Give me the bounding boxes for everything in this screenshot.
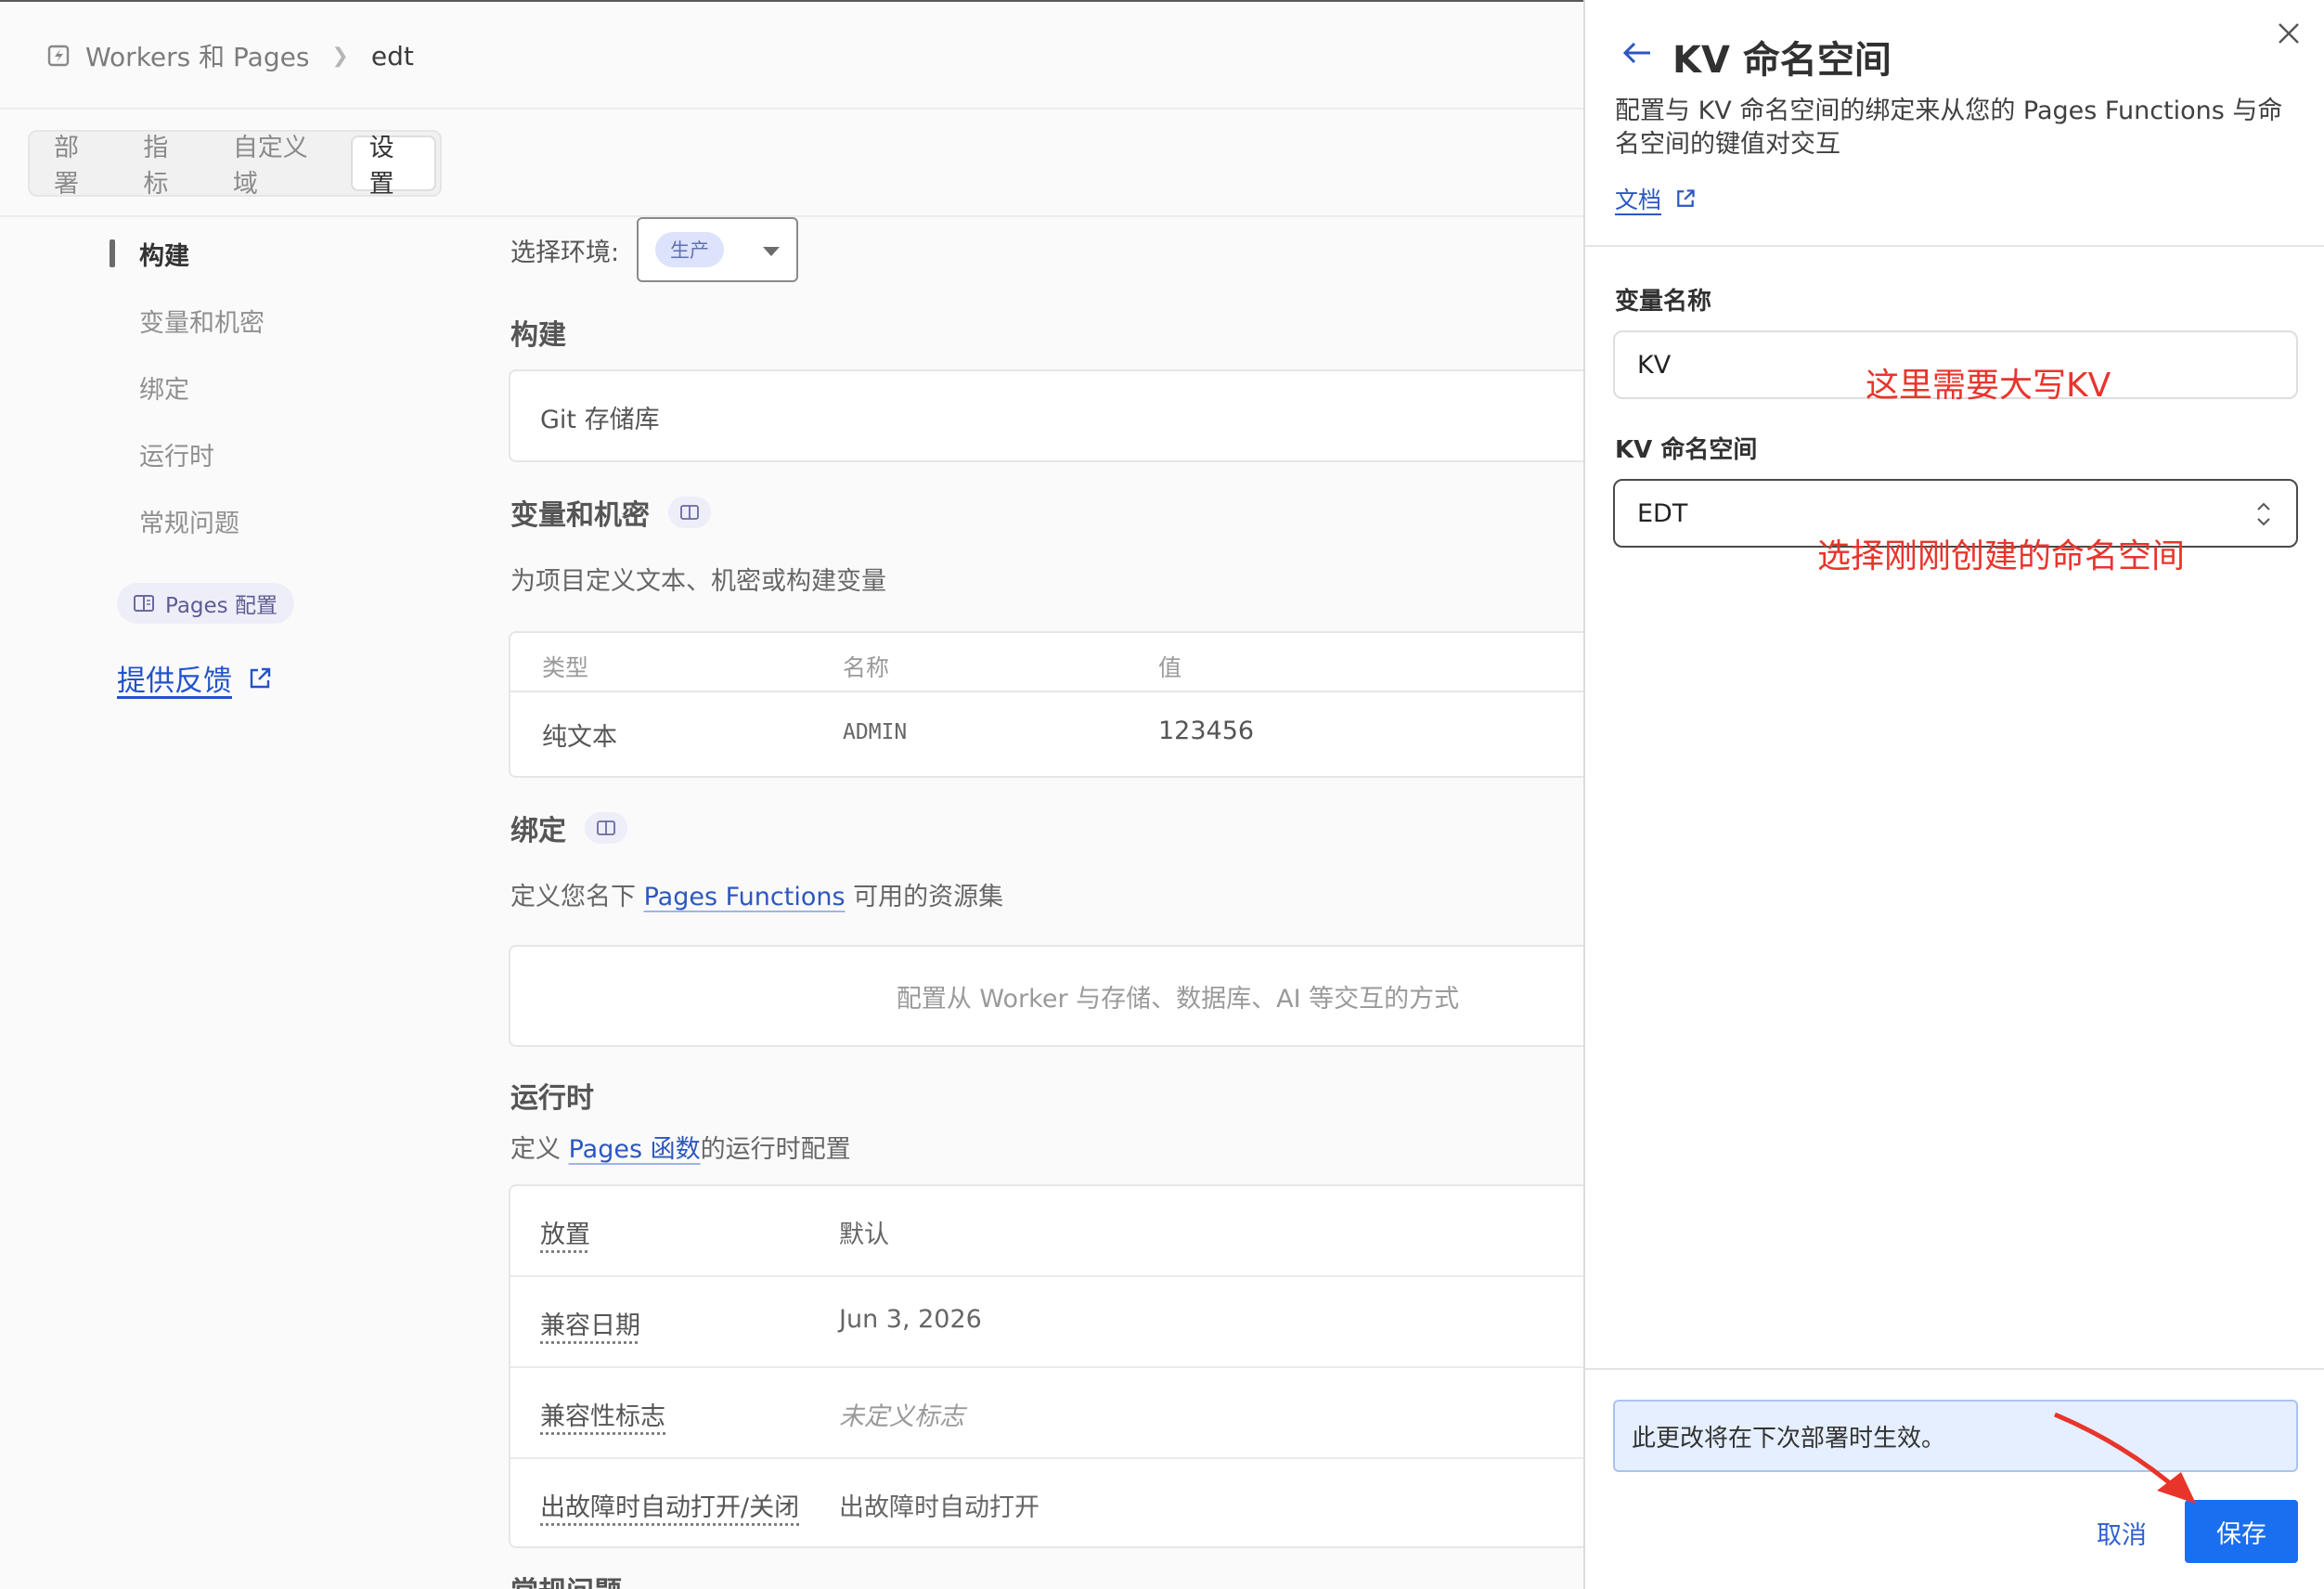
vars-title-text: 变量和机密: [510, 499, 650, 532]
tab-deployments[interactable]: 部署: [33, 134, 123, 199]
close-icon[interactable]: [2272, 17, 2305, 50]
sidenav-item-variables[interactable]: 变量和机密: [139, 303, 265, 339]
vars-table: 类型 名称 值 纯文本 ADMIN 123456: [509, 631, 1585, 778]
vars-desc: 为项目定义文本、机密或构建变量: [510, 567, 886, 596]
project-tabs: 部署 指标 自定义域 设置: [28, 130, 442, 199]
runtime-row-placement[interactable]: 放置 默认: [510, 1186, 1585, 1277]
breadcrumb: Workers 和 Pages ❯ edt: [45, 35, 414, 76]
runtime-value: 出故障时自动打开: [839, 1493, 1039, 1522]
back-arrow-icon[interactable]: [1620, 39, 1654, 67]
external-link-icon: [250, 667, 271, 688]
feedback-label: 提供反馈: [117, 665, 232, 698]
header-divider: [0, 108, 1583, 110]
env-select[interactable]: 生产: [637, 217, 798, 282]
git-repo-card: Git 存储库: [509, 369, 1585, 462]
chevron-updown-icon: [2257, 502, 2270, 526]
annotation-uppercase: 这里需要大写KV: [1866, 367, 2111, 405]
runtime-value: Jun 3, 2026: [839, 1305, 982, 1334]
save-button[interactable]: 保存: [2185, 1500, 2298, 1563]
runtime-row-fail-open[interactable]: 出故障时自动打开/关闭 出故障时自动打开: [510, 1459, 1585, 1550]
cell-name: ADMIN: [843, 720, 908, 744]
breadcrumb-project: edt: [370, 40, 414, 71]
tab-custom-domains[interactable]: 自定义域: [213, 134, 351, 199]
annotation-select-namespace: 选择刚刚创建的命名空间: [1817, 537, 2186, 575]
runtime-row-compat-flags[interactable]: 兼容性标志 未定义标志: [510, 1368, 1585, 1459]
vars-table-header: 类型 名称 值: [510, 633, 1585, 692]
caret-down-icon: [763, 247, 780, 256]
breadcrumb-app[interactable]: Workers 和 Pages: [85, 37, 309, 74]
bindings-title: 绑定: [510, 807, 627, 848]
col-name: 名称: [843, 654, 890, 681]
breadcrumb-chevron-icon: ❯: [331, 44, 349, 68]
var-name-value: KV: [1637, 350, 1672, 380]
runtime-key: 兼容性标志: [540, 1402, 665, 1431]
kv-namespace-label: KV 命名空间: [1615, 436, 1758, 464]
general-title: 常规问题: [510, 1569, 622, 1589]
env-label: 选择环境:: [510, 239, 620, 267]
bindings-title-text: 绑定: [510, 815, 566, 847]
env-chip: 生产: [655, 232, 724, 267]
runtime-row-compat-date[interactable]: 兼容日期 Jun 3, 2026: [510, 1277, 1585, 1368]
kv-namespace-value: EDT: [1637, 498, 1688, 528]
pages-config-link[interactable]: Pages 配置: [117, 583, 294, 624]
tab-metrics[interactable]: 指标: [123, 134, 212, 199]
cancel-button[interactable]: 取消: [2075, 1502, 2168, 1563]
sidenav-item-bindings[interactable]: 绑定: [139, 369, 189, 406]
bindings-empty-card: 配置从 Worker 与存储、数据库、AI 等交互的方式: [509, 945, 1585, 1047]
runtime-value: 默认: [839, 1221, 889, 1249]
kv-binding-panel: KV 命名空间 配置与 KV 命名空间的绑定来从您的 Pages Functio…: [1583, 0, 2324, 1589]
col-type: 类型: [542, 654, 589, 681]
pages-config-label: Pages 配置: [165, 594, 278, 618]
runtime-key: 出故障时自动打开/关闭: [540, 1493, 800, 1522]
tab-settings[interactable]: 设置: [350, 134, 437, 199]
vars-title: 变量和机密: [510, 492, 711, 533]
build-title: 构建: [510, 319, 566, 352]
runtime-key: 兼容日期: [540, 1311, 640, 1340]
panel-footer-divider: [1585, 1368, 2324, 1370]
sidenav-item-runtime[interactable]: 运行时: [139, 436, 214, 472]
annotation-arrow-icon: [2054, 1412, 2196, 1504]
docs-link[interactable]: 文档: [1615, 182, 1697, 215]
runtime-desc: 定义 Pages 函数的运行时配置: [510, 1135, 851, 1164]
panel-divider: [1585, 245, 2324, 247]
active-indicator: [110, 239, 115, 267]
sidenav-item-general[interactable]: 常规问题: [139, 503, 239, 539]
book-icon: [134, 595, 154, 612]
runtime-value: 未定义标志: [839, 1402, 964, 1431]
docs-label: 文档: [1615, 187, 1662, 213]
feedback-link[interactable]: 提供反馈: [117, 657, 273, 699]
pages-functions-runtime-link[interactable]: Pages 函数: [569, 1135, 701, 1164]
bindings-desc: 定义您名下 Pages Functions 可用的资源集: [510, 883, 1004, 911]
external-link-icon: [1677, 189, 1695, 207]
workers-logo-icon: [45, 42, 72, 70]
panel-title: KV 命名空间: [1672, 39, 1891, 82]
cell-value: 123456: [1158, 717, 1255, 745]
book-icon[interactable]: [585, 812, 627, 844]
pages-functions-link[interactable]: Pages Functions: [644, 883, 846, 911]
git-repo-label: Git 存储库: [540, 406, 660, 434]
sidenav-item-build[interactable]: 构建: [139, 236, 189, 272]
var-name-label: 变量名称: [1615, 288, 1712, 316]
cell-type: 纯文本: [542, 723, 617, 752]
panel-desc: 配置与 KV 命名空间的绑定来从您的 Pages Functions 与命名空间…: [1615, 97, 2283, 159]
runtime-card: 放置 默认 兼容日期 Jun 3, 2026 兼容性标志 未定义标志 出故障时自…: [509, 1184, 1585, 1548]
book-icon[interactable]: [668, 497, 711, 528]
runtime-title: 运行时: [510, 1082, 594, 1115]
runtime-key: 放置: [540, 1221, 590, 1249]
bindings-empty-text: 配置从 Worker 与存储、数据库、AI 等交互的方式: [896, 985, 1460, 1014]
col-value: 值: [1158, 654, 1182, 681]
